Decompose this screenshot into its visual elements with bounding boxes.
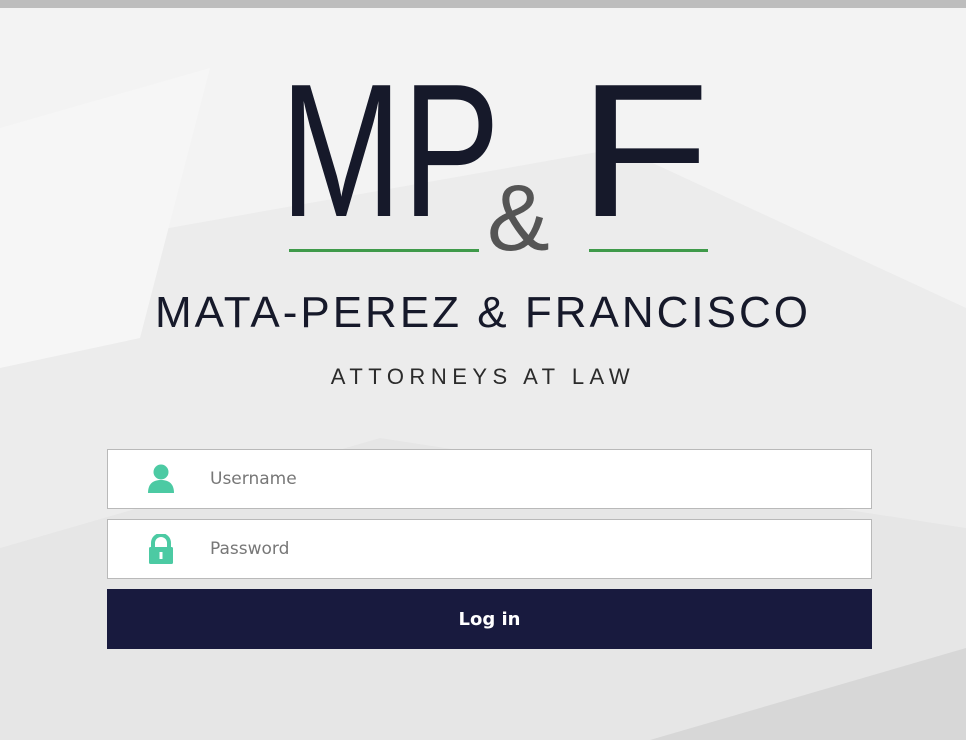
username-input[interactable] (210, 450, 850, 508)
password-field (107, 519, 872, 579)
monogram-mp: MP (280, 66, 500, 256)
login-form: Log in (107, 449, 872, 649)
password-input[interactable] (210, 520, 850, 578)
top-border (0, 0, 966, 8)
logo-rule-right (589, 249, 708, 252)
monogram-ampersand: & (487, 165, 550, 256)
lock-icon (149, 534, 173, 564)
user-icon (148, 464, 174, 493)
username-field (107, 449, 872, 509)
monogram-f: F (578, 66, 710, 256)
logo-rule-left (289, 249, 479, 252)
login-button[interactable]: Log in (107, 589, 872, 649)
login-page: MP F & MATA-PEREZ & FRANCISCO ATTORNEYS … (0, 8, 966, 740)
firm-name: MATA-PEREZ & FRANCISCO (155, 288, 811, 337)
firm-logo: MP F & MATA-PEREZ & FRANCISCO ATTORNEYS … (0, 8, 966, 428)
mpf-monogram: MP F & (280, 66, 710, 256)
firm-tagline: ATTORNEYS AT LAW (330, 364, 636, 389)
